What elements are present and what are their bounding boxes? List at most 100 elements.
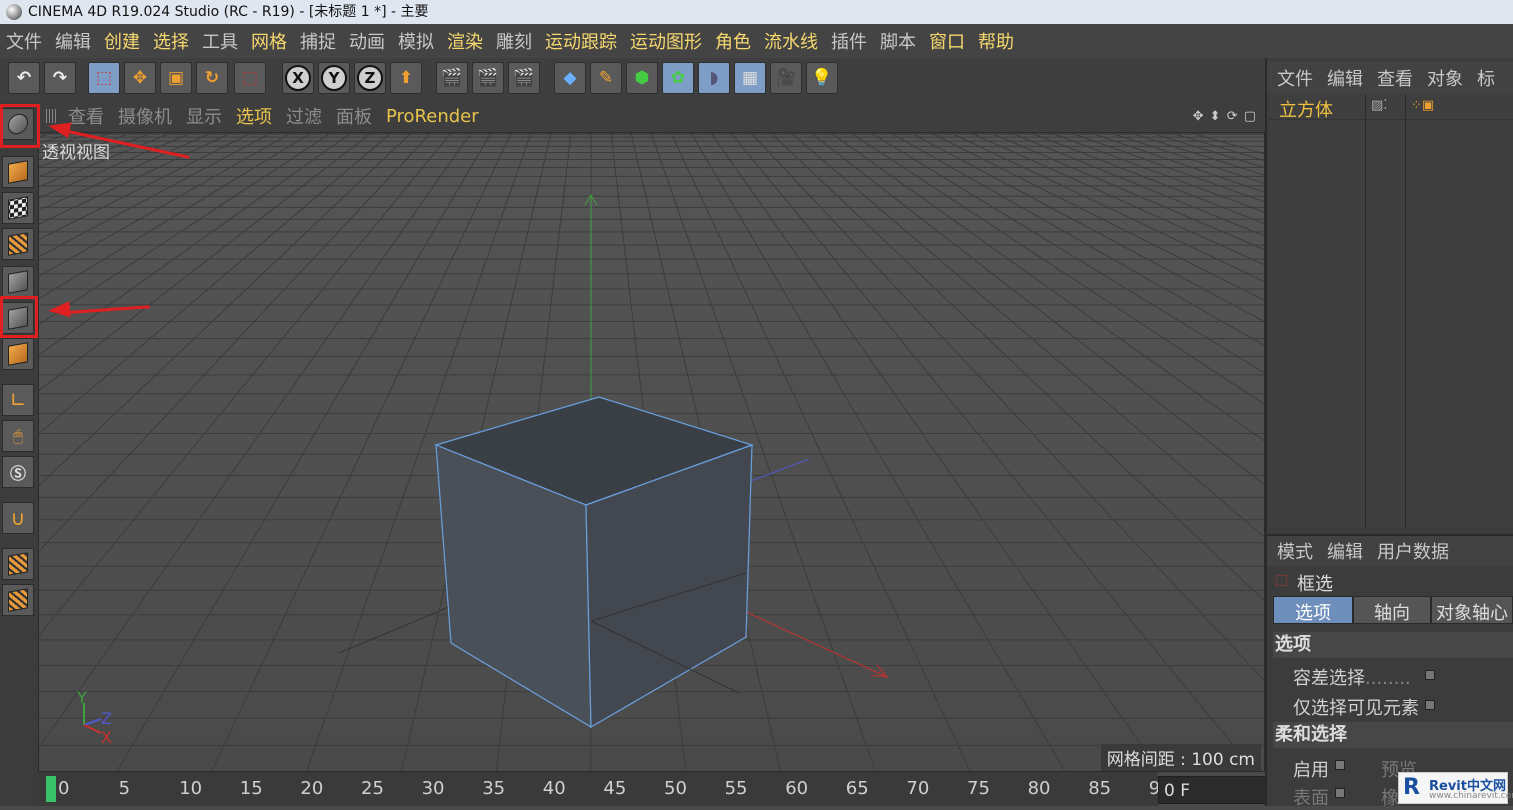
- y-axis-lock-button[interactable]: Y: [318, 62, 350, 94]
- menu-item-16[interactable]: 脚本: [880, 28, 916, 54]
- menu-item-17[interactable]: 窗口: [929, 28, 965, 54]
- deformer-icon[interactable]: ◗: [698, 62, 730, 94]
- menu-item-0[interactable]: 文件: [6, 28, 42, 54]
- grid-line: [39, 133, 232, 225]
- current-frame-field[interactable]: 0 F: [1158, 776, 1268, 804]
- om-menu-edit[interactable]: 编辑: [1327, 65, 1363, 91]
- perspective-viewport[interactable]: Y Z X: [38, 132, 1265, 772]
- grid-line: [39, 133, 192, 199]
- tab-axis[interactable]: 轴向: [1353, 596, 1431, 624]
- viewport-menu-prorender[interactable]: ProRender: [386, 106, 479, 127]
- annotation-highlight-box: [0, 104, 40, 148]
- viewport-menu-filter[interactable]: 过滤: [286, 103, 322, 129]
- tweak-mode-icon[interactable]: 🖱: [2, 420, 34, 452]
- menu-item-15[interactable]: 插件: [831, 28, 867, 54]
- menu-item-13[interactable]: 角色: [715, 28, 751, 54]
- surface-checkbox[interactable]: [1335, 788, 1345, 798]
- menu-item-11[interactable]: 运动跟踪: [545, 28, 617, 54]
- menu-item-6[interactable]: 捕捉: [300, 28, 336, 54]
- menu-item-5[interactable]: 网格: [251, 28, 287, 54]
- menu-item-8[interactable]: 模拟: [398, 28, 434, 54]
- grid-line: [116, 133, 492, 771]
- grid-line: [39, 133, 292, 277]
- viewport-navigation-icons[interactable]: ✥ ⬍ ⟳ ▢: [1193, 109, 1257, 124]
- viewport-menu-cameras[interactable]: 摄像机: [118, 103, 172, 129]
- cube-object-icon[interactable]: ◆: [554, 62, 586, 94]
- menu-item-18[interactable]: 帮助: [978, 28, 1014, 54]
- menu-item-14[interactable]: 流水线: [764, 28, 818, 54]
- redo-icon[interactable]: ↷: [44, 62, 76, 94]
- subdivision-icon[interactable]: ⬢: [626, 62, 658, 94]
- viewport-menu-bar: 查看 摄像机 显示 选项 过滤 面板 ProRender ✥ ⬍ ⟳ ▢: [38, 100, 1265, 132]
- x-axis-lock-button[interactable]: X: [282, 62, 314, 94]
- scale-icon[interactable]: ▣: [160, 62, 192, 94]
- z-axis-lock-button[interactable]: Z: [354, 62, 386, 94]
- viewport-menu-display[interactable]: 显示: [186, 103, 222, 129]
- menu-item-4[interactable]: 工具: [202, 28, 238, 54]
- menu-item-9[interactable]: 渲染: [447, 28, 483, 54]
- cloner-icon[interactable]: ✿: [662, 62, 694, 94]
- model-mode-icon[interactable]: [2, 156, 34, 188]
- watermark-url: www.chinarevit.com: [1429, 791, 1513, 801]
- om-menu-view[interactable]: 查看: [1377, 65, 1413, 91]
- timeline-playhead[interactable]: [46, 776, 56, 802]
- points-mode-icon[interactable]: [2, 266, 34, 298]
- workplane-mode-icon[interactable]: [2, 228, 34, 260]
- am-menu-userdata[interactable]: 用户数据: [1377, 538, 1449, 564]
- menu-item-2[interactable]: 创建: [104, 28, 140, 54]
- polygons-mode-icon[interactable]: [2, 338, 34, 370]
- menu-item-1[interactable]: 编辑: [55, 28, 91, 54]
- render-settings-icon[interactable]: 🎬: [508, 62, 540, 94]
- coordinate-system-icon[interactable]: ⬆: [390, 62, 422, 94]
- grid-line: [1050, 133, 1264, 213]
- viewport-menu-options[interactable]: 选项: [236, 103, 272, 129]
- render-picture-viewer-icon[interactable]: 🎬: [472, 62, 504, 94]
- render-view-icon[interactable]: 🎬: [436, 62, 468, 94]
- enable-checkbox[interactable]: [1335, 760, 1345, 770]
- section-soft-selection: 柔和选择: [1273, 722, 1513, 748]
- timeline-ruler[interactable]: 051015202530354045505560657075808590: [38, 772, 1172, 806]
- viewport-menu-panel[interactable]: 面板: [336, 103, 372, 129]
- object-name[interactable]: 立方体: [1279, 96, 1333, 122]
- object-row-cube[interactable]: 立方体 ▨⁚ ⁘▣: [1269, 94, 1513, 122]
- material-tag-icon[interactable]: ⁘▣: [1411, 98, 1434, 113]
- am-menu-mode[interactable]: 模式: [1277, 538, 1313, 564]
- workplane-align-icon[interactable]: [2, 584, 34, 616]
- enable-axis-icon[interactable]: ∟: [2, 384, 34, 416]
- move-icon[interactable]: ✥: [124, 62, 156, 94]
- light-icon[interactable]: 💡: [806, 62, 838, 94]
- om-menu-file[interactable]: 文件: [1277, 65, 1313, 91]
- solo-icon[interactable]: Ⓢ: [2, 456, 34, 488]
- grid-line: [39, 133, 412, 487]
- only-visible-label: 仅选择可见元素: [1293, 698, 1419, 719]
- menu-item-3[interactable]: 选择: [153, 28, 189, 54]
- viewport-menu-view[interactable]: 查看: [68, 103, 104, 129]
- tolerant-selection-checkbox[interactable]: [1425, 670, 1435, 680]
- tab-options[interactable]: 选项: [1273, 596, 1353, 624]
- tab-object-axis[interactable]: 对象轴心: [1431, 596, 1513, 624]
- grid-line: [39, 133, 332, 326]
- visibility-toggle-icon[interactable]: ▨⁚: [1371, 98, 1387, 113]
- workplane-lock-icon[interactable]: [2, 548, 34, 580]
- menu-item-7[interactable]: 动画: [349, 28, 385, 54]
- om-menu-tags[interactable]: 标: [1477, 65, 1495, 91]
- live-selection-icon[interactable]: ⬚: [88, 62, 120, 94]
- am-menu-edit[interactable]: 编辑: [1327, 538, 1363, 564]
- timeline-tick: 30: [421, 778, 445, 799]
- menu-item-12[interactable]: 运动图形: [630, 28, 702, 54]
- menu-item-10[interactable]: 雕刻: [496, 28, 532, 54]
- undo-icon[interactable]: ↶: [8, 62, 40, 94]
- floor-icon[interactable]: ▦: [734, 62, 766, 94]
- corner-x-axis: [83, 724, 102, 734]
- points-mode-graphic: [8, 270, 28, 294]
- pen-spline-icon[interactable]: ✎: [590, 62, 622, 94]
- rotate-icon[interactable]: ↻: [196, 62, 228, 94]
- grid-line: [39, 133, 132, 168]
- texture-mode-icon[interactable]: [2, 192, 34, 224]
- only-visible-checkbox[interactable]: [1425, 700, 1435, 710]
- om-menu-objects[interactable]: 对象: [1427, 65, 1463, 91]
- camera-icon[interactable]: 🎥: [770, 62, 802, 94]
- recent-tool-icon[interactable]: ⬚: [234, 62, 266, 94]
- main-menu-bar: 文件 编辑 创建 选择 工具 网格 捕捉 动画 模拟 渲染 雕刻 运动跟踪 运动图形 角色 流水线 插件 脚本窗…: [0, 24, 1513, 58]
- snap-magnet-icon[interactable]: ∪: [2, 502, 34, 534]
